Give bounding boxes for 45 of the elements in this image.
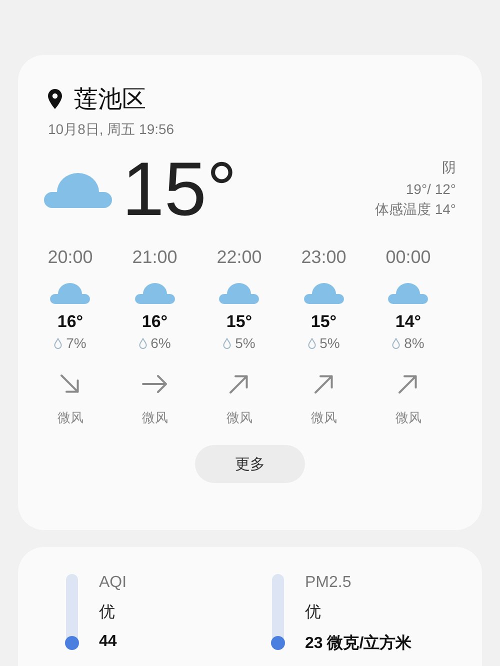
precipitation-chance: 5%	[235, 335, 256, 351]
precipitation-chance: 7%	[66, 335, 86, 351]
hour-time: 22:00	[216, 247, 262, 268]
hour-temperature: 16°	[57, 312, 84, 332]
wind-strength: 微风	[226, 409, 252, 427]
raindrop-icon	[54, 338, 62, 348]
date-time: 10月8日, 周五 19:56	[47, 121, 176, 139]
cloud-icon	[388, 282, 428, 304]
hour-temperature: 16°	[142, 312, 168, 332]
hour-time: 00:00	[386, 247, 431, 268]
current-temperature: 15°	[122, 146, 237, 232]
cloud-icon	[44, 170, 112, 208]
metric-grade: 优	[99, 603, 116, 623]
hour-temperature: 15°	[310, 312, 337, 332]
high-low-temperature: 19°/ 12°	[406, 181, 456, 197]
hour-temperature: 15°	[226, 312, 252, 332]
metric-label: PM2.5	[305, 574, 352, 592]
feels-like-temperature: 体感温度 14°	[374, 201, 456, 219]
hour-time: 21:00	[132, 247, 178, 268]
raindrop-icon	[138, 338, 147, 348]
wind-strength: 微风	[57, 409, 84, 427]
wind-strength: 微风	[395, 409, 422, 427]
cloud-icon	[134, 282, 175, 304]
cloud-icon	[50, 282, 90, 304]
wind-strength: 微风	[142, 409, 168, 427]
precipitation-chance: 8%	[404, 335, 424, 351]
metric-grade: 优	[305, 603, 322, 623]
condition-text: 阴	[442, 159, 456, 177]
hour-time: 20:00	[48, 247, 93, 268]
location-pin-icon	[48, 89, 62, 109]
raindrop-icon	[223, 338, 232, 348]
metric-value: 23 微克/立方米	[305, 633, 412, 654]
precipitation-chance: 5%	[320, 335, 340, 351]
metric-value: 44	[99, 633, 118, 651]
cloud-icon	[219, 282, 260, 304]
raindrop-icon	[392, 338, 400, 348]
metric-label: AQI	[99, 574, 127, 592]
hour-time: 23:00	[301, 247, 346, 268]
wind-strength: 微风	[310, 409, 337, 427]
precipitation-chance: 6%	[150, 335, 171, 351]
cloud-icon	[304, 282, 344, 304]
more-button[interactable]: 更多	[195, 445, 305, 483]
hour-temperature: 14°	[395, 312, 422, 332]
raindrop-icon	[308, 338, 316, 348]
location-name: 莲池区	[74, 85, 146, 115]
